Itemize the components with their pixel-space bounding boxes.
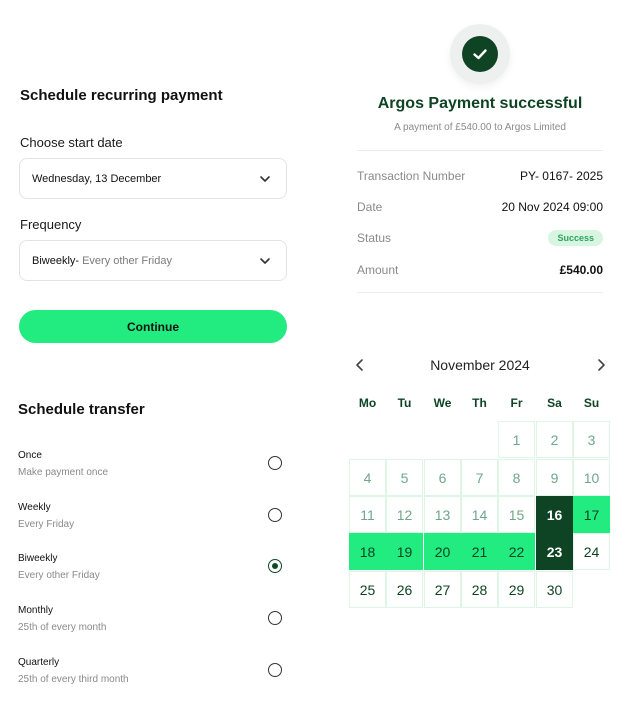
- chevron-down-icon: [260, 176, 270, 182]
- calendar-day[interactable]: 18: [349, 533, 386, 570]
- divider: [357, 150, 603, 151]
- weekday-header: Mo: [358, 396, 377, 410]
- option-description: Make payment once: [18, 467, 109, 478]
- option-label: Quarterly: [18, 657, 60, 668]
- calendar-day[interactable]: 27: [424, 571, 461, 608]
- frequency-detail: Every other Friday: [82, 254, 172, 267]
- detail-value: PY- 0167- 2025: [520, 169, 603, 183]
- radio-button-selected[interactable]: [268, 559, 282, 573]
- calendar-day[interactable]: 3: [573, 421, 610, 458]
- option-label: Biweekly: [18, 553, 58, 564]
- transfer-option-monthly[interactable]: Monthly 25th of every month: [18, 605, 286, 645]
- transfer-option-once[interactable]: Once Make payment once: [18, 450, 286, 490]
- calendar-day[interactable]: 7: [461, 459, 498, 496]
- calendar-day[interactable]: 22: [498, 533, 535, 570]
- detail-row-transaction: Transaction Number PY- 0167- 2025: [357, 167, 603, 185]
- start-date-value: Wednesday, 13 December: [32, 172, 162, 185]
- weekday-header: We: [433, 396, 452, 410]
- continue-button[interactable]: Continue: [19, 310, 287, 343]
- radio-button[interactable]: [268, 456, 282, 470]
- calendar-day[interactable]: 21: [461, 533, 498, 570]
- option-description: Every other Friday: [18, 570, 100, 581]
- detail-value: £540.00: [559, 263, 603, 277]
- calendar-day[interactable]: 26: [386, 571, 423, 608]
- success-title: Argos Payment successful: [377, 95, 583, 112]
- chevron-right-icon[interactable]: [593, 357, 609, 373]
- check-icon: [473, 49, 487, 60]
- calendar-day[interactable]: 2: [536, 421, 573, 458]
- calendar-day[interactable]: 24: [573, 533, 610, 570]
- calendar-day[interactable]: 12: [386, 496, 423, 533]
- start-date-select[interactable]: Wednesday, 13 December: [19, 158, 287, 199]
- calendar-day[interactable]: 23: [536, 533, 573, 570]
- weekday-header: Sa: [547, 396, 562, 410]
- detail-row-status: Status Success: [357, 229, 603, 247]
- calendar-day[interactable]: 28: [461, 571, 498, 608]
- calendar-day[interactable]: 4: [349, 459, 386, 496]
- success-subtitle: A payment of £540.00 to Argos Limited: [394, 122, 566, 133]
- weekday-header: Tu: [397, 396, 412, 410]
- detail-key: Transaction Number: [357, 169, 466, 183]
- transfer-option-biweekly[interactable]: Biweekly Every other Friday: [18, 553, 286, 593]
- success-badge: [450, 24, 510, 84]
- option-label: Monthly: [18, 605, 54, 616]
- option-label: Once: [18, 450, 42, 461]
- schedule-title: Schedule recurring payment: [20, 87, 223, 104]
- calendar-day[interactable]: 6: [424, 459, 461, 496]
- calendar-day[interactable]: 25: [349, 571, 386, 608]
- radio-button[interactable]: [268, 611, 282, 625]
- weekday-header: Su: [583, 396, 600, 410]
- calendar-day[interactable]: 16: [536, 496, 573, 533]
- schedule-transfer-title: Schedule transfer: [18, 401, 145, 418]
- calendar-day[interactable]: 9: [536, 459, 573, 496]
- frequency-label: Frequency: [20, 217, 82, 232]
- detail-row-date: Date 20 Nov 2024 09:00: [357, 198, 603, 216]
- calendar-day[interactable]: 5: [386, 459, 423, 496]
- frequency-select[interactable]: Biweekly- Every other Friday: [19, 240, 287, 281]
- detail-value: 20 Nov 2024 09:00: [501, 200, 603, 214]
- calendar-day[interactable]: 19: [386, 533, 423, 570]
- option-description: 25th of every month: [18, 622, 107, 633]
- divider: [357, 292, 603, 293]
- start-date-label: Choose start date: [20, 135, 123, 150]
- detail-key: Status: [357, 231, 392, 245]
- option-label: Weekly: [18, 502, 51, 513]
- transfer-option-quarterly[interactable]: Quarterly 25th of every third month: [18, 657, 286, 697]
- transfer-option-weekly[interactable]: Weekly Every Friday: [18, 502, 286, 542]
- calendar-day[interactable]: 20: [424, 533, 461, 570]
- calendar-day[interactable]: 15: [498, 496, 535, 533]
- calendar-day[interactable]: 10: [573, 459, 610, 496]
- option-description: Every Friday: [18, 519, 75, 530]
- calendar-day[interactable]: 29: [498, 571, 535, 608]
- calendar-day[interactable]: 30: [536, 571, 573, 608]
- weekday-header: Th: [472, 396, 487, 410]
- chevron-down-icon: [260, 258, 270, 264]
- calendar-day[interactable]: 13: [424, 496, 461, 533]
- calendar-month-title: November 2024: [430, 357, 530, 373]
- radio-button[interactable]: [268, 663, 282, 677]
- calendar-day[interactable]: 17: [573, 496, 610, 533]
- detail-row-amount: Amount £540.00: [357, 261, 603, 279]
- calendar-day[interactable]: 8: [498, 459, 535, 496]
- success-circle: [462, 36, 498, 72]
- calendar-day[interactable]: 1: [498, 421, 535, 458]
- detail-key: Amount: [357, 263, 399, 277]
- calendar-day[interactable]: 14: [461, 496, 498, 533]
- calendar-day[interactable]: 11: [349, 496, 386, 533]
- status-badge: Success: [548, 230, 603, 246]
- option-description: 25th of every third month: [18, 674, 129, 685]
- radio-button[interactable]: [268, 508, 282, 522]
- frequency-value: Biweekly-: [32, 254, 80, 267]
- weekday-header: Fr: [510, 396, 523, 410]
- detail-key: Date: [357, 200, 383, 214]
